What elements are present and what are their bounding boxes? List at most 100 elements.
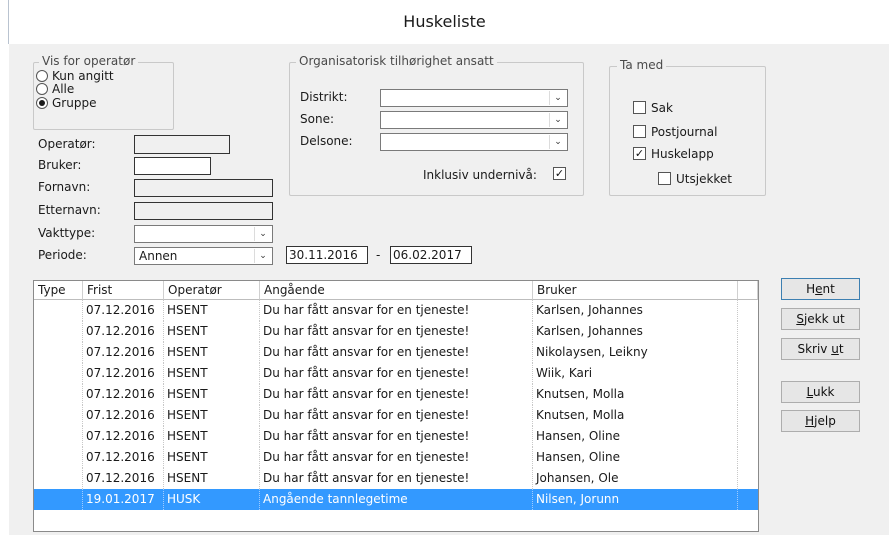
- hjelp-button[interactable]: Hjelp: [781, 410, 860, 432]
- table-row[interactable]: 07.12.2016 HSENT Du har fått ansvar for en…: [34, 468, 758, 489]
- column-header-operator[interactable]: Operatør: [164, 281, 260, 300]
- bruker-field[interactable]: [134, 157, 211, 175]
- cell-operator: HSENT: [164, 447, 260, 468]
- cell-frist: 07.12.2016: [83, 405, 164, 426]
- radio-gruppe-label: Gruppe: [52, 96, 97, 110]
- postjournal-checkbox[interactable]: [633, 125, 646, 138]
- radio-kun-angitt[interactable]: Kun angitt: [36, 69, 166, 83]
- cell-angaende: Angående tannlegetime: [260, 489, 533, 510]
- chevron-down-icon[interactable]: ⌄: [549, 91, 566, 105]
- cell-angaende: Du har fått ansvar for en tjeneste!: [260, 300, 533, 321]
- skriv-ut-button[interactable]: Skriv ut: [781, 338, 860, 360]
- delsone-combo[interactable]: ⌄: [380, 133, 568, 151]
- huskelapp-checkbox[interactable]: ✓: [633, 147, 646, 160]
- inklusiv-checkbox[interactable]: ✓: [553, 167, 566, 180]
- delsone-label: Delsone:: [300, 134, 353, 148]
- table-row[interactable]: 07.12.2016 HSENT Du har fått ansvar for en…: [34, 426, 758, 447]
- cell-angaende: Du har fått ansvar for en tjeneste!: [260, 363, 533, 384]
- operator-label: Operatør:: [38, 137, 96, 151]
- vakttype-label: Vakttype:: [38, 226, 96, 240]
- cell-operator: HSENT: [164, 426, 260, 447]
- radio-kun-angitt-circle[interactable]: [36, 70, 48, 82]
- cell-frist: 07.12.2016: [83, 300, 164, 321]
- cell-frist: 07.12.2016: [83, 426, 164, 447]
- table-row[interactable]: 07.12.2016 HSENT Du har fått ansvar for en…: [34, 363, 758, 384]
- cell-type: [34, 405, 83, 426]
- cell-type: [34, 384, 83, 405]
- sjekk-ut-button[interactable]: Sjekk ut: [781, 308, 860, 330]
- radio-gruppe-circle[interactable]: [36, 97, 48, 109]
- cell-operator: HUSK: [164, 489, 260, 510]
- column-header-frist[interactable]: Frist: [83, 281, 164, 300]
- cell-bruker: Johansen, Ole: [533, 468, 738, 489]
- utsjekket-checkbox[interactable]: [658, 172, 671, 185]
- cell-operator: HSENT: [164, 384, 260, 405]
- table-row[interactable]: 07.12.2016 HSENT Du har fått ansvar for en…: [34, 447, 758, 468]
- column-header-type[interactable]: Type: [34, 281, 83, 300]
- sak-checkbox[interactable]: [633, 101, 646, 114]
- cell-angaende: Du har fått ansvar for en tjeneste!: [260, 447, 533, 468]
- radio-alle-circle[interactable]: [36, 83, 48, 95]
- sone-combo[interactable]: ⌄: [380, 111, 568, 129]
- postjournal-label: Postjournal: [651, 125, 718, 139]
- distrikt-combo[interactable]: ⌄: [380, 89, 568, 107]
- distrikt-label: Distrikt:: [300, 90, 348, 104]
- cell-operator: HSENT: [164, 300, 260, 321]
- table-row[interactable]: 07.12.2016 HSENT Du har fått ansvar for en…: [34, 405, 758, 426]
- date-separator: -: [376, 248, 381, 262]
- table-row[interactable]: 07.12.2016 HSENT Du har fått ansvar for en…: [34, 384, 758, 405]
- column-header-angaende[interactable]: Angående: [260, 281, 533, 300]
- lukk-button[interactable]: Lukk: [781, 381, 860, 403]
- cell-angaende: Du har fått ansvar for en tjeneste!: [260, 321, 533, 342]
- periode-label: Periode:: [38, 248, 87, 262]
- date-from-field[interactable]: 30.11.2016: [286, 246, 368, 264]
- operator-field[interactable]: [134, 135, 230, 154]
- bruker-label: Bruker:: [38, 158, 82, 172]
- fornavn-field[interactable]: [134, 179, 273, 197]
- periode-value: Annen: [139, 249, 178, 263]
- table-row[interactable]: 07.12.2016 HSENT Du har fått ansvar for en…: [34, 342, 758, 363]
- chevron-down-icon[interactable]: ⌄: [549, 113, 566, 127]
- cell-frist: 07.12.2016: [83, 384, 164, 405]
- radio-alle[interactable]: Alle: [36, 82, 166, 96]
- date-to-field[interactable]: 06.02.2017: [390, 246, 472, 264]
- cell-bruker: Nilsen, Jorunn: [533, 489, 738, 510]
- table-row[interactable]: 07.12.2016 HSENT Du har fått ansvar for en…: [34, 321, 758, 342]
- vakttype-combo[interactable]: ⌄: [134, 225, 273, 243]
- cell-type: [34, 426, 83, 447]
- cell-bruker: Karlsen, Johannes: [533, 300, 738, 321]
- sone-label: Sone:: [300, 112, 334, 126]
- table-row[interactable]: 07.12.2016 HSENT Du har fått ansvar for en…: [34, 300, 758, 321]
- cell-operator: HSENT: [164, 342, 260, 363]
- chevron-down-icon[interactable]: ⌄: [549, 135, 566, 149]
- chevron-down-icon[interactable]: ⌄: [254, 227, 271, 241]
- cell-type: [34, 489, 83, 510]
- radio-gruppe[interactable]: Gruppe: [36, 96, 166, 110]
- hent-button[interactable]: Hent: [781, 278, 860, 300]
- utsjekket-label: Utsjekket: [676, 172, 733, 186]
- cell-operator: HSENT: [164, 321, 260, 342]
- chevron-down-icon[interactable]: ⌄: [254, 249, 271, 263]
- results-table[interactable]: Type Frist Operatør Angående Bruker 07.1…: [33, 280, 759, 532]
- sak-label: Sak: [651, 101, 673, 115]
- etternavn-field[interactable]: [134, 202, 273, 220]
- vis-for-legend: Vis for operatør: [39, 54, 139, 68]
- window-title: Huskeliste: [403, 12, 486, 31]
- cell-type: [34, 447, 83, 468]
- org-legend: Organisatorisk tilhørighet ansatt: [296, 54, 497, 68]
- radio-alle-label: Alle: [52, 82, 75, 96]
- periode-combo[interactable]: Annen ⌄: [134, 247, 273, 265]
- cell-angaende: Du har fått ansvar for en tjeneste!: [260, 405, 533, 426]
- inklusiv-label: Inklusiv undernivå:: [423, 168, 537, 182]
- cell-operator: HSENT: [164, 468, 260, 489]
- cell-angaende: Du har fått ansvar for en tjeneste!: [260, 384, 533, 405]
- cell-frist: 07.12.2016: [83, 321, 164, 342]
- column-header-bruker[interactable]: Bruker: [533, 281, 738, 300]
- radio-kun-angitt-label: Kun angitt: [52, 69, 114, 83]
- cell-frist: 07.12.2016: [83, 468, 164, 489]
- cell-bruker: Knutsen, Molla: [533, 384, 738, 405]
- table-row[interactable]: 19.01.2017 HUSK Angående tannlegetime Nilse…: [34, 489, 758, 510]
- cell-bruker: Karlsen, Johannes: [533, 321, 738, 342]
- cell-bruker: Nikolaysen, Leikny: [533, 342, 738, 363]
- cell-bruker: Wiik, Kari: [533, 363, 738, 384]
